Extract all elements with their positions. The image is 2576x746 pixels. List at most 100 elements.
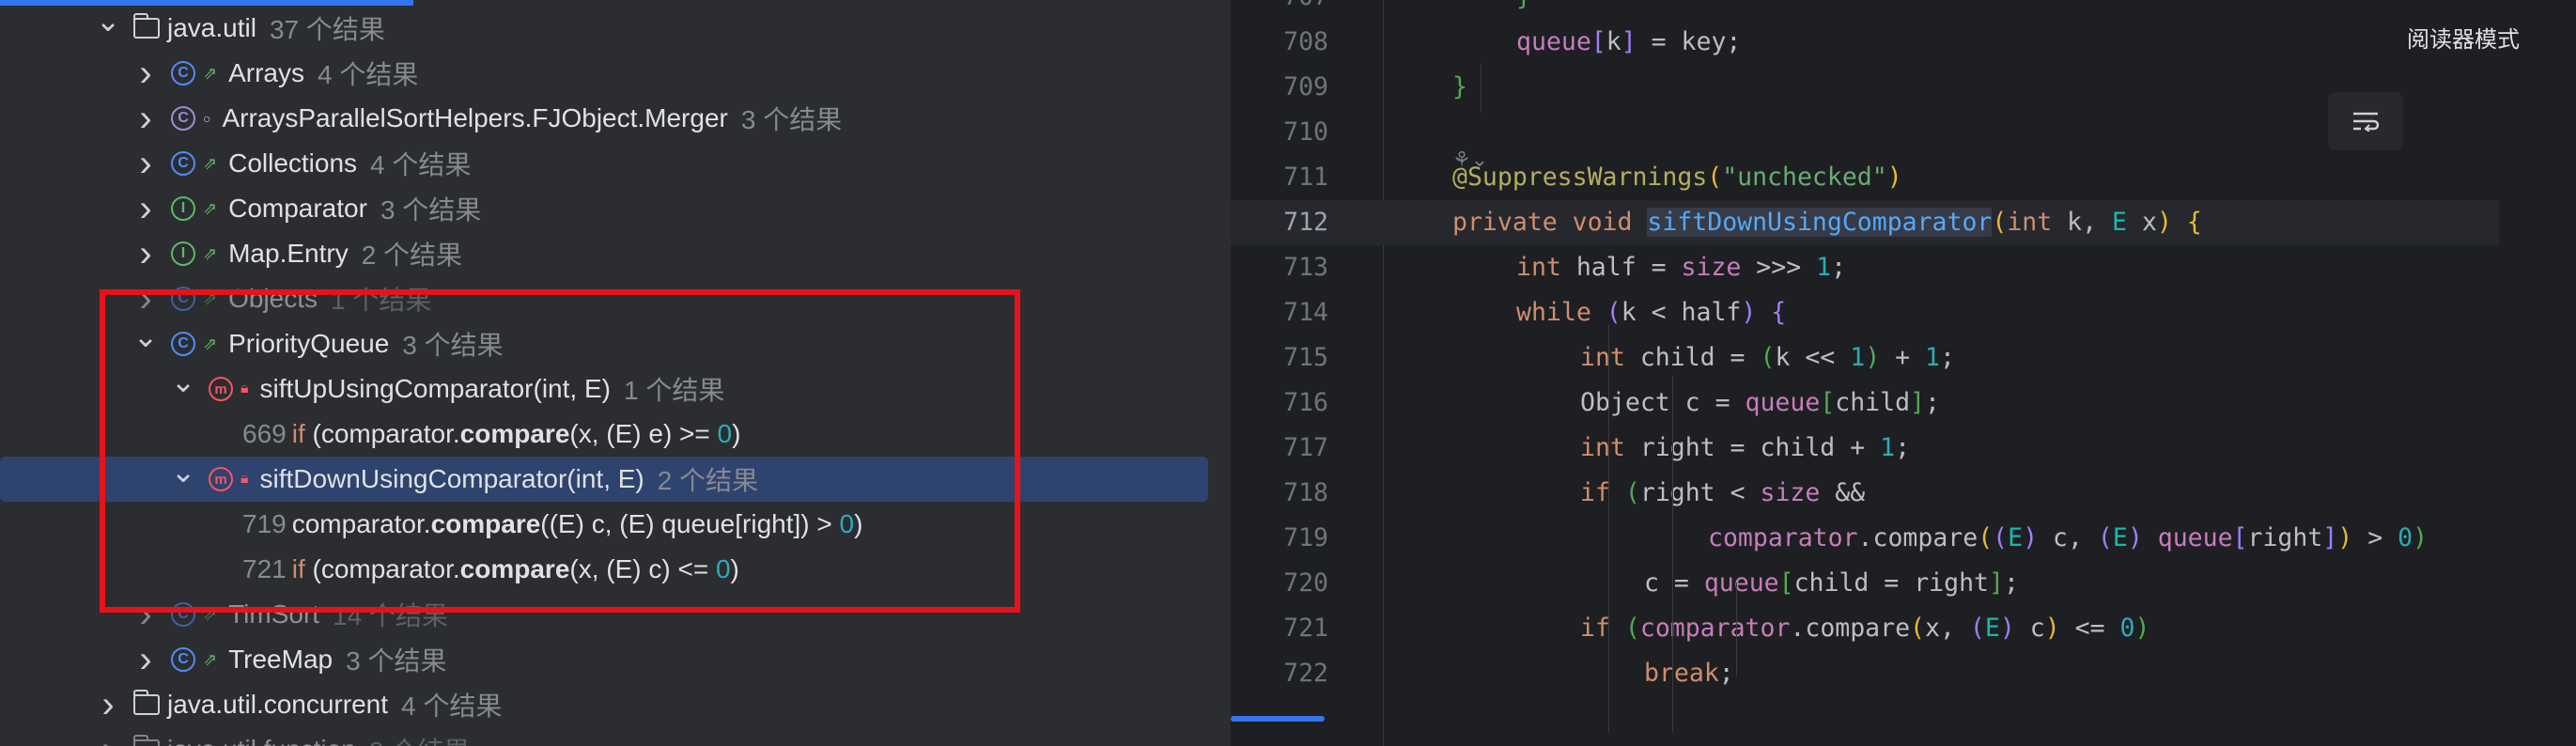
node-name: siftUpUsingComparator(int, E): [259, 374, 611, 403]
code-line[interactable]: 709}: [1231, 65, 2499, 110]
private-lock-icon: 🔒︎: [241, 471, 249, 487]
chevron-down-icon[interactable]: [173, 469, 194, 490]
tree-node-class[interactable]: C ⇗ Objects 1 个结果: [0, 276, 1208, 321]
chevron-right-icon[interactable]: [135, 198, 156, 219]
package-private-icon: ○: [203, 111, 211, 126]
line-number[interactable]: 708: [1253, 20, 1328, 65]
usage-text: ((E) c, (E) queue[right]) >: [540, 509, 840, 538]
chevron-right-icon[interactable]: [135, 604, 156, 625]
code-text[interactable]: }: [1452, 65, 1467, 110]
tree-node-package[interactable]: java.util.concurrent 4 个结果: [0, 682, 1208, 727]
chevron-down-icon[interactable]: [135, 334, 156, 354]
line-number[interactable]: 714: [1253, 290, 1328, 335]
public-access-icon: ⇗: [203, 198, 218, 218]
usage-row[interactable]: 721 if (comparator. compare (x, (E) c) <= 0…: [0, 547, 1208, 592]
code-text[interactable]: int right = child + 1;: [1580, 426, 1910, 471]
line-number[interactable]: 709: [1253, 65, 1328, 110]
code-line[interactable]: 710: [1231, 110, 2499, 155]
result-count: 4 个结果: [370, 150, 472, 179]
code-text[interactable]: comparator.compare((E) c, (E) queue[righ…: [1708, 516, 2428, 561]
code-line[interactable]: 718 if (right < size &&: [1231, 471, 2499, 516]
chevron-right-icon[interactable]: [135, 63, 156, 84]
code-text[interactable]: private void siftDownUsingComparator(int…: [1452, 200, 2202, 245]
code-text[interactable]: Object c = queue[child];: [1580, 381, 1940, 426]
code-line[interactable]: 720 c = queue[child = right];: [1231, 561, 2499, 606]
code-line[interactable]: 713 int half = size >>> 1;: [1231, 245, 2499, 290]
code-line[interactable]: 707}: [1231, 0, 2499, 20]
code-text[interactable]: c = queue[child = right];: [1644, 561, 2019, 606]
line-number[interactable]: 712: [1253, 200, 1328, 245]
class-icon: C: [171, 61, 195, 85]
package-folder-icon: [132, 735, 160, 746]
code-line[interactable]: 721 if (comparator.compare(x, (E) c) <= 0…: [1231, 606, 2499, 651]
code-line[interactable]: 717 int right = child + 1;: [1231, 426, 2499, 471]
tree-node-mixed[interactable]: C ○ ArraysParallelSortHelpers.FJObject.Mer…: [0, 96, 1208, 141]
code-line[interactable]: 715 int child = (k << 1) + 1;: [1231, 335, 2499, 381]
line-number[interactable]: 716: [1253, 381, 1328, 426]
chevron-right-icon[interactable]: [135, 288, 156, 309]
code-text[interactable]: queue[k] = key;: [1516, 20, 1741, 65]
usage-text: ): [854, 509, 863, 538]
tree-node-method[interactable]: m 🔒︎ siftUpUsingComparator(int, E) 1 个结果: [0, 366, 1208, 412]
code-text[interactable]: while (k < half) {: [1516, 290, 1786, 335]
soft-wrap-button[interactable]: [2328, 92, 2403, 150]
code-editor[interactable]: 707}708queue[k] = key;709}710⚘⌄711@Suppr…: [1231, 0, 2576, 746]
line-number[interactable]: 717: [1253, 426, 1328, 471]
tree-node-interface[interactable]: I ⇗ Comparator 3 个结果: [0, 186, 1208, 231]
line-number[interactable]: 707: [1253, 0, 1328, 20]
chevron-down-icon[interactable]: [173, 379, 194, 399]
usage-keyword: if: [291, 419, 305, 448]
line-number[interactable]: 721: [1253, 606, 1328, 651]
code-line[interactable]: 711 @SuppressWarnings("unchecked"): [1231, 155, 2499, 200]
package-folder-icon: [132, 690, 160, 715]
code-line[interactable]: 716 Object c = queue[child];: [1231, 381, 2499, 426]
line-number[interactable]: 713: [1253, 245, 1328, 290]
line-number[interactable]: 711: [1253, 155, 1328, 200]
tree-node-package[interactable]: java.util.function 2 个结果: [0, 727, 1208, 746]
tree-node-class[interactable]: C ⇗ Collections 4 个结果: [0, 141, 1208, 186]
interface-icon: I: [171, 196, 195, 221]
code-text[interactable]: if (comparator.compare(x, (E) c) <= 0): [1580, 606, 2149, 651]
tree-node-class[interactable]: C ⇗ PriorityQueue 3 个结果: [0, 321, 1208, 366]
code-text[interactable]: }: [1516, 0, 1531, 20]
code-line[interactable]: 714 while (k < half) {: [1231, 290, 2499, 335]
line-number[interactable]: 720: [1253, 561, 1328, 606]
chevron-right-icon[interactable]: [135, 153, 156, 174]
code-text[interactable]: @SuppressWarnings("unchecked"): [1452, 155, 1902, 200]
chevron-right-icon[interactable]: [135, 108, 156, 129]
tree-node-class[interactable]: C ⇗ TreeMap 3 个结果: [0, 637, 1208, 682]
code-text[interactable]: int child = (k << 1) + 1;: [1580, 335, 1955, 381]
method-icon: m: [209, 467, 233, 491]
code-line[interactable]: 712 private void siftDownUsingComparator(…: [1231, 200, 2499, 245]
code-text[interactable]: if (right < size &&: [1580, 471, 1865, 516]
horizontal-scrollbar[interactable]: [1231, 716, 1325, 722]
tree-node-class[interactable]: C ⇗ TimSort 14 个结果: [0, 592, 1208, 637]
tree-node-package[interactable]: java.util 37 个结果: [0, 6, 1208, 51]
reader-mode-label[interactable]: 阅读器模式: [2407, 21, 2520, 54]
line-number[interactable]: 722: [1253, 651, 1328, 696]
code-line[interactable]: 708 queue[k] = key;: [1231, 20, 2499, 65]
tree-node-interface[interactable]: I ⇗ Map.Entry 2 个结果: [0, 231, 1208, 276]
public-access-icon: ⇗: [203, 63, 218, 83]
usage-row[interactable]: 719 comparator. compare ((E) c, (E) queue[r…: [0, 502, 1208, 547]
result-count: 37 个结果: [269, 15, 385, 44]
result-count: 1 个结果: [623, 376, 725, 405]
chevron-right-icon[interactable]: [135, 649, 156, 670]
chevron-right-icon[interactable]: [98, 739, 118, 746]
code-line[interactable]: 722 break;: [1231, 651, 2499, 696]
line-number[interactable]: 715: [1253, 335, 1328, 381]
line-number[interactable]: 718: [1253, 471, 1328, 516]
code-line[interactable]: 719 comparator.compare((E) c, (E) queue[r…: [1231, 516, 2499, 561]
chevron-down-icon[interactable]: [98, 18, 118, 39]
chevron-right-icon[interactable]: [98, 694, 118, 715]
usage-text: (comparator.: [304, 419, 460, 448]
code-text[interactable]: break;: [1644, 651, 1734, 696]
usage-row[interactable]: 669 if (comparator. compare (x, (E) e) >= 0…: [0, 412, 1208, 457]
line-number[interactable]: 710: [1253, 110, 1328, 155]
tree-node-method[interactable]: m 🔒︎ siftDownUsingComparator(int, E) 2 个结果: [0, 457, 1208, 502]
tree-node-class[interactable]: C ⇗ Arrays 4 个结果: [0, 51, 1208, 96]
code-text[interactable]: int half = size >>> 1;: [1516, 245, 1846, 290]
usage-text: (comparator.: [304, 554, 460, 583]
chevron-right-icon[interactable]: [135, 243, 156, 264]
line-number[interactable]: 719: [1253, 516, 1328, 561]
